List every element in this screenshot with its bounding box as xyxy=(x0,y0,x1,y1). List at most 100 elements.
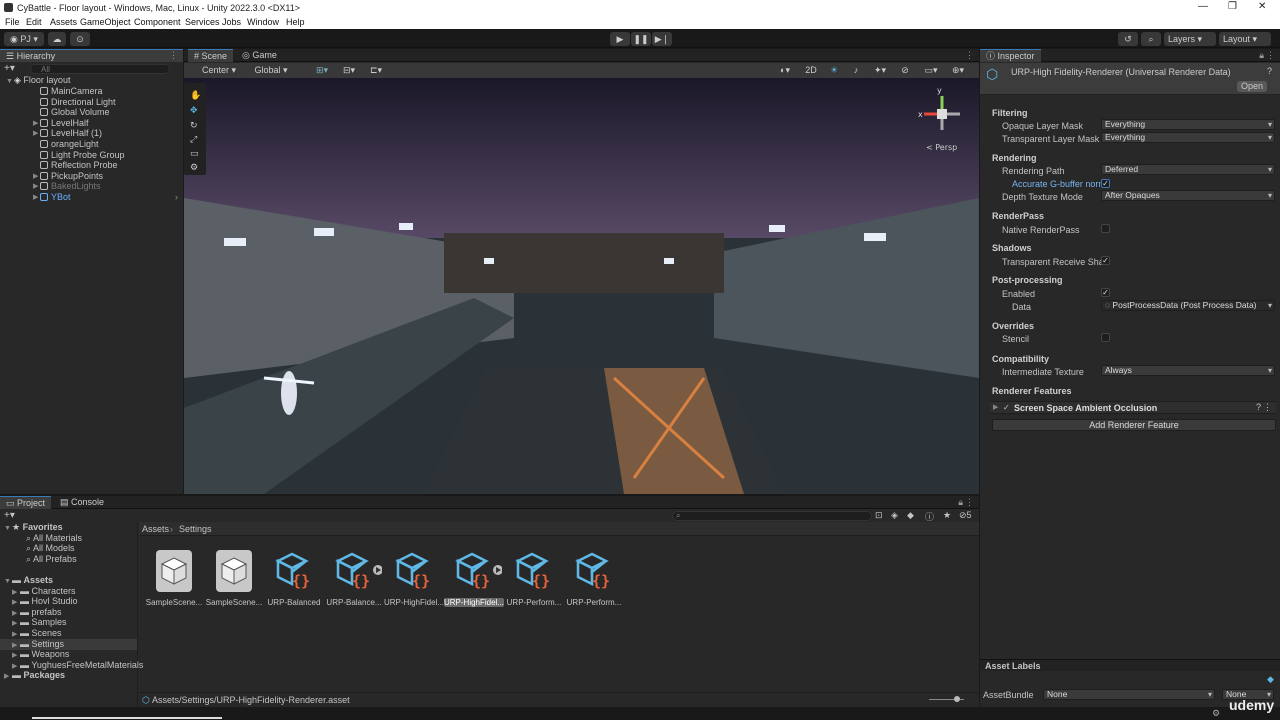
tree-folder[interactable]: ▶ ▬ YughuesFreeMetalMaterials xyxy=(0,660,143,671)
tab-hierarchy[interactable]: ☰ Hierarchy xyxy=(0,49,183,62)
expand-icon[interactable]: ▶ xyxy=(4,671,12,682)
tab-project[interactable]: ▭ Project xyxy=(0,496,52,509)
tag-icon[interactable]: ◆ xyxy=(907,510,914,521)
pivot-dropdown[interactable]: Center ▾ xyxy=(195,64,243,76)
hierarchy-item[interactable]: orangeLight xyxy=(0,139,183,150)
grid-icon[interactable]: ⊟▾ xyxy=(337,64,361,76)
filter-label-icon[interactable]: ◈ xyxy=(891,510,898,521)
search-icon[interactable]: ⌕ xyxy=(1141,32,1161,46)
menu-services[interactable]: Services xyxy=(185,17,220,27)
asset-item[interactable]: {} URP-Perform... xyxy=(564,548,624,607)
debug-icon[interactable]: ⚙ xyxy=(1212,708,1220,719)
menu-help[interactable]: Help xyxy=(286,17,305,27)
hierarchy-item[interactable]: ▶ LevelHalf xyxy=(0,118,183,129)
rendering-path-dropdown[interactable]: Deferred xyxy=(1101,164,1275,175)
shading-icon[interactable]: ◐▾ xyxy=(774,64,796,76)
filter-type-icon[interactable]: ⊡ xyxy=(875,510,883,521)
pause-button[interactable]: ❚❚ xyxy=(631,32,651,46)
hierarchy-item[interactable]: ▶ BakedLights xyxy=(0,181,183,192)
hierarchy-search-input[interactable] xyxy=(30,64,170,74)
post-enabled-checkbox[interactable]: ✓ xyxy=(1101,288,1110,297)
breadcrumb-settings[interactable]: Settings xyxy=(179,524,212,534)
asset-item[interactable]: {} URP-HighFidel... xyxy=(384,548,444,607)
lock-icon[interactable]: 🔒︎ xyxy=(958,497,963,508)
tree-assets[interactable]: ▼▬ Assets xyxy=(0,575,137,586)
history-icon[interactable]: ↺ xyxy=(1118,32,1138,46)
effects-icon[interactable]: ✦▾ xyxy=(869,64,891,76)
hierarchy-item[interactable]: ▶ PickupPoints xyxy=(0,171,183,182)
intermediate-texture-dropdown[interactable]: Always xyxy=(1101,365,1275,376)
hierarchy-item[interactable]: MainCamera xyxy=(0,86,183,97)
feature-enabled-check[interactable]: ✓ xyxy=(1003,403,1010,412)
minimize-icon[interactable]: — xyxy=(1198,1,1208,12)
grid-snap-icon[interactable]: ⊞▾ xyxy=(310,64,334,76)
cloud-icon[interactable]: ☁ xyxy=(48,32,66,46)
more-icon[interactable]: ⋮ xyxy=(169,50,178,61)
menu-window[interactable]: Window xyxy=(247,17,279,27)
tree-folder[interactable]: ▶ ▬ Weapons xyxy=(0,649,137,660)
open-button[interactable]: Open xyxy=(1237,81,1267,92)
post-data-field[interactable]: ◌ PostProcessData (Post Process Data) xyxy=(1101,300,1275,311)
tree-favorite-item[interactable]: ⌕ All Prefabs xyxy=(0,554,137,565)
audio-icon[interactable]: ♪ xyxy=(847,64,865,76)
asset-item[interactable]: {} URP-Balance... xyxy=(324,548,384,607)
help-icon[interactable]: ? xyxy=(1256,402,1261,412)
menu-assets[interactable]: Assets xyxy=(50,17,77,27)
gbuffer-checkbox[interactable]: ✓ xyxy=(1101,179,1110,188)
transparent-mask-dropdown[interactable]: Everything xyxy=(1101,132,1275,143)
tab-game[interactable]: ◎ Game xyxy=(236,49,283,62)
tab-scene[interactable]: # Scene xyxy=(188,49,234,62)
mode-2d-button[interactable]: 2D xyxy=(801,64,821,76)
tree-folder[interactable]: ▶ ▬ Settings xyxy=(0,638,137,650)
tree-folder[interactable]: ▶ ▬ Characters xyxy=(0,586,137,597)
menu-jobs[interactable]: Jobs xyxy=(222,17,241,27)
collab-icon[interactable]: ⊙ xyxy=(70,32,90,46)
step-button[interactable]: ▶❘ xyxy=(652,32,672,46)
transparent-receive-shadows-checkbox[interactable]: ✓ xyxy=(1101,256,1110,265)
tab-inspector[interactable]: ⓘ Inspector xyxy=(980,49,1041,62)
close-icon[interactable]: ✕ xyxy=(1258,1,1266,12)
menu-file[interactable]: File xyxy=(5,17,20,27)
maximize-icon[interactable]: ❐ xyxy=(1228,1,1237,12)
expand-icon[interactable]: ▶ xyxy=(33,192,38,203)
tree-folder[interactable]: ▶ ▬ Hovl Studio xyxy=(0,596,137,607)
tree-favorite-item[interactable]: ⌕ All Materials xyxy=(0,533,137,544)
renderer-feature-row[interactable]: ▶ ✓ Screen Space Ambient Occlusion ? ⋮ xyxy=(990,401,1276,414)
camera-icon[interactable]: ▭▾ xyxy=(920,64,942,76)
more-icon[interactable]: ⋮ xyxy=(1263,402,1272,413)
expand-icon[interactable]: ▶ xyxy=(33,181,38,192)
menu-edit[interactable]: Edit xyxy=(26,17,42,27)
tag-icon[interactable]: ◆ xyxy=(1267,674,1274,685)
play-button[interactable]: ▶ xyxy=(610,32,630,46)
more-icon[interactable]: ⋮ xyxy=(965,50,974,61)
add-renderer-feature-button[interactable]: Add Renderer Feature xyxy=(992,419,1276,431)
add-icon[interactable]: +▾ xyxy=(4,63,15,74)
zoom-slider-handle[interactable] xyxy=(954,696,960,702)
hierarchy-item[interactable]: Global Volume xyxy=(0,107,183,118)
tab-console[interactable]: ▤ Console xyxy=(54,496,110,509)
expand-icon[interactable]: ▶ xyxy=(33,128,38,139)
tree-folder[interactable]: ▶ ▬ Scenes xyxy=(0,628,137,639)
tree-favorites[interactable]: ▼★ Favorites xyxy=(0,522,137,533)
space-dropdown[interactable]: Global ▾ xyxy=(247,64,295,76)
tree-folder[interactable]: ▶ ▬ prefabs xyxy=(0,607,137,618)
hierarchy-item[interactable]: ▶ YBot › xyxy=(0,192,183,203)
menu-gameobject[interactable]: GameObject xyxy=(80,17,131,27)
opaque-mask-dropdown[interactable]: Everything xyxy=(1101,119,1275,130)
native-renderpass-checkbox[interactable] xyxy=(1101,224,1110,233)
tree-favorite-item[interactable]: ⌕ All Models xyxy=(0,543,137,554)
assetbundle-dropdown[interactable]: None xyxy=(1043,689,1215,700)
asset-item[interactable]: {} URP-HighFidel... xyxy=(444,548,504,607)
layout-dropdown[interactable]: Layout ▾ xyxy=(1219,32,1271,46)
lock-icon[interactable]: 🔒︎ xyxy=(1259,50,1264,61)
hierarchy-item[interactable]: Reflection Probe xyxy=(0,160,183,171)
star-icon[interactable]: ★ xyxy=(943,510,951,521)
asset-item[interactable]: SampleScene... xyxy=(144,548,204,607)
hierarchy-item[interactable]: ▶ LevelHalf (1) xyxy=(0,128,183,139)
more-icon[interactable]: ⋮ xyxy=(965,497,974,508)
hierarchy-item[interactable]: Directional Light xyxy=(0,97,183,108)
scene-viewport[interactable]: ✋ ✥ ↻ ⤢ ▭ ⚙ x y < Persp xyxy=(184,78,979,494)
expand-icon[interactable]: ▶ xyxy=(993,403,998,411)
hidden-packages-icon[interactable]: ⊘5 xyxy=(959,510,972,521)
hierarchy-item[interactable]: Light Probe Group xyxy=(0,150,183,161)
